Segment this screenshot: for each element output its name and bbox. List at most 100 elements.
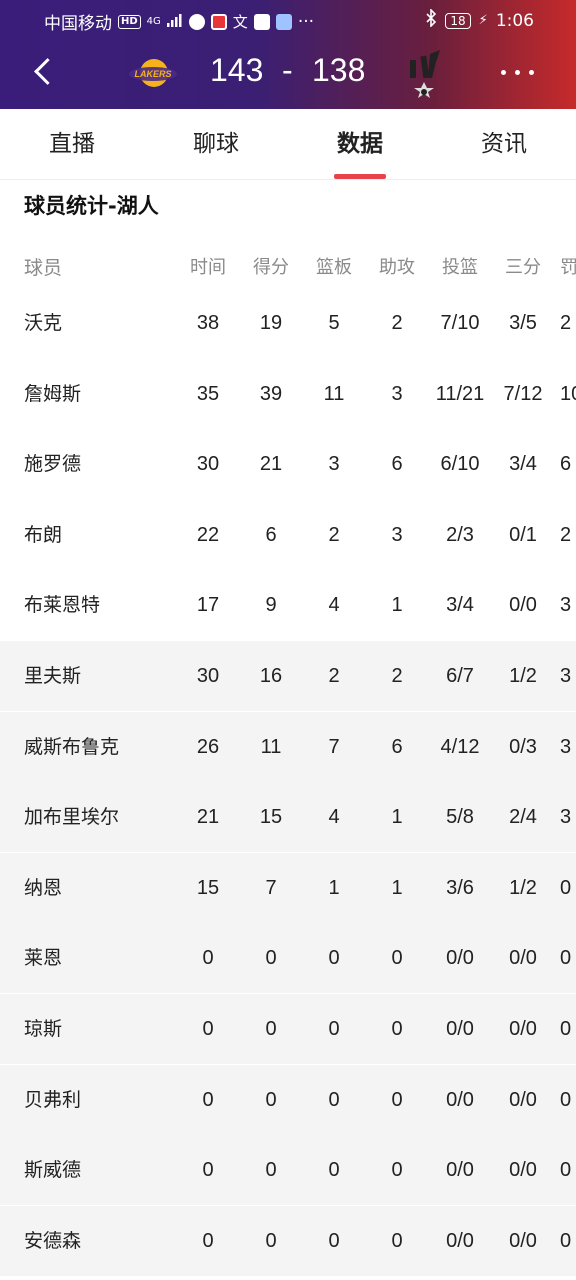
- stat-three-pt: 0/0: [509, 947, 537, 970]
- player-name: 加布里埃尔: [24, 806, 120, 829]
- stat-minutes: 35: [196, 382, 220, 405]
- stat-ft: 3: [560, 594, 572, 617]
- player-name: 布朗: [24, 523, 63, 546]
- player-name: 施罗德: [24, 453, 82, 476]
- stat-assists: 0: [391, 1018, 403, 1040]
- stat-ft: 0: [560, 876, 572, 899]
- player-name: 里夫斯: [24, 665, 82, 687]
- battery-icon: 18: [445, 12, 471, 29]
- stat-minutes: 0: [202, 947, 214, 970]
- stat-rebounds: 1: [328, 876, 340, 899]
- stat-points: 0: [265, 1018, 277, 1040]
- table-row[interactable]: 安德森 0 0 0 0 0/0 0/0 0: [0, 1205, 576, 1276]
- table-row[interactable]: 琼斯 0 0 0 0 0/0 0/0 0: [0, 994, 576, 1064]
- table-row[interactable]: 纳恩 15 7 1 1 3/6 1/2 0: [0, 852, 576, 923]
- stat-points: 9: [265, 594, 277, 617]
- stat-fg: 3/6: [446, 876, 474, 899]
- stat-three-pt: 7/12: [503, 382, 543, 405]
- tab-bar: 直播 聊球 数据 资讯: [0, 109, 576, 180]
- table-row[interactable]: 贝弗利 0 0 0 0 0/0 0/0 0: [0, 1064, 576, 1135]
- stat-fg: 0/0: [446, 1088, 474, 1111]
- stat-ft: 0: [560, 1229, 572, 1252]
- stat-three-pt: 0/0: [509, 1159, 537, 1182]
- table-row[interactable]: 莱恩 0 0 0 0 0/0 0/0 0: [0, 923, 576, 994]
- stat-rebounds: 0: [328, 947, 340, 970]
- table-row[interactable]: 施罗德 30 21 3 6 6/10 3/4 6: [0, 429, 576, 499]
- player-name: 莱恩: [24, 947, 63, 970]
- table-row[interactable]: 布莱恩特 17 9 4 1 3/4 0/0 3: [0, 570, 576, 640]
- away-score: 138: [312, 52, 366, 88]
- tab-news[interactable]: 资讯: [432, 109, 576, 180]
- stat-ft: 3: [560, 806, 572, 829]
- player-name: 詹姆斯: [24, 382, 82, 405]
- stat-fg: 4/12: [440, 735, 480, 758]
- stat-assists: 3: [391, 523, 403, 546]
- stat-three-pt: 1/2: [509, 665, 537, 687]
- stat-minutes: 0: [202, 1088, 214, 1111]
- more-options-button[interactable]: [498, 58, 538, 88]
- stat-three-pt: 0/0: [509, 1229, 537, 1252]
- stat-minutes: 0: [202, 1159, 214, 1182]
- player-name: 威斯布鲁克: [24, 735, 120, 758]
- spurs-logo: [400, 48, 448, 98]
- stat-rebounds: 2: [328, 665, 340, 687]
- stat-fg: 11/21: [435, 382, 485, 405]
- stat-assists: 0: [391, 947, 403, 970]
- stat-ft: 10: [560, 382, 576, 405]
- tab-stats[interactable]: 数据: [288, 109, 432, 180]
- table-row[interactable]: 詹姆斯 35 39 11 3 11/21 7/12 10: [0, 359, 576, 429]
- stat-three-pt: 0/0: [509, 594, 537, 617]
- stat-rebounds: 0: [328, 1229, 340, 1252]
- stat-rebounds: 4: [328, 806, 340, 829]
- stat-three-pt: 3/4: [509, 453, 537, 476]
- stat-rebounds: 0: [328, 1159, 340, 1182]
- stat-assists: 0: [391, 1088, 403, 1111]
- stat-minutes: 30: [196, 453, 220, 476]
- stat-ft: 0: [560, 1088, 572, 1111]
- stat-minutes: 30: [196, 665, 220, 687]
- stat-minutes: 21: [196, 806, 220, 829]
- stat-ft: 0: [560, 1159, 572, 1182]
- stat-assists: 0: [391, 1159, 403, 1182]
- stat-three-pt: 0/3: [509, 735, 537, 758]
- player-name: 纳恩: [24, 876, 63, 899]
- hd-badge: HD: [118, 14, 141, 29]
- table-row[interactable]: 威斯布鲁克 26 11 7 6 4/12 0/3 3: [0, 711, 576, 782]
- stat-minutes: 15: [196, 876, 220, 899]
- table-row[interactable]: 斯威德 0 0 0 0 0/0 0/0 0: [0, 1135, 576, 1206]
- player-name: 安德森: [24, 1229, 82, 1252]
- table-row[interactable]: 布朗 22 6 2 3 2/3 0/1 2: [0, 500, 576, 570]
- table-row[interactable]: 里夫斯 30 16 2 2 6/7 1/2 3: [0, 641, 576, 711]
- table-row[interactable]: 加布里埃尔 21 15 4 1 5/8 2/4 3: [0, 782, 576, 853]
- stat-assists: 2: [391, 665, 403, 687]
- stat-points: 0: [265, 947, 277, 970]
- stat-ft: 3: [560, 735, 572, 758]
- stat-ft: 2: [560, 523, 572, 546]
- stat-assists: 0: [391, 1229, 403, 1252]
- player-name: 斯威德: [24, 1159, 82, 1182]
- stat-fg: 3/4: [446, 594, 474, 617]
- tab-live[interactable]: 直播: [0, 109, 144, 180]
- stat-minutes: 0: [202, 1018, 214, 1040]
- table-row[interactable]: 沃克 38 19 5 2 7/10 3/5 2: [0, 288, 576, 358]
- back-button[interactable]: [28, 54, 58, 90]
- stat-points: 0: [265, 1088, 277, 1111]
- section-title: 球员统计-湖人: [24, 194, 159, 218]
- stat-fg: 2/3: [446, 523, 474, 546]
- stat-minutes: 38: [196, 312, 220, 334]
- tab-chat[interactable]: 聊球: [144, 109, 288, 180]
- stat-fg: 0/0: [446, 947, 474, 970]
- stat-three-pt: 1/2: [509, 876, 537, 899]
- stat-points: 16: [259, 665, 283, 687]
- stat-minutes: 26: [196, 735, 220, 758]
- stat-ft: 3: [560, 665, 572, 687]
- game-header: 中国移动 HD 4G 文 ··· 18 ⚡ 1:06 LAKERS 143 - …: [0, 0, 576, 109]
- lakers-logo-text: LAKERS: [134, 69, 171, 79]
- stat-points: 0: [265, 1229, 277, 1252]
- stat-rebounds: 3: [328, 453, 340, 476]
- stat-minutes: 17: [196, 594, 220, 617]
- stat-assists: 1: [391, 806, 403, 829]
- stat-points: 6: [265, 523, 277, 546]
- stat-assists: 2: [391, 312, 403, 334]
- stat-fg: 7/10: [440, 312, 480, 334]
